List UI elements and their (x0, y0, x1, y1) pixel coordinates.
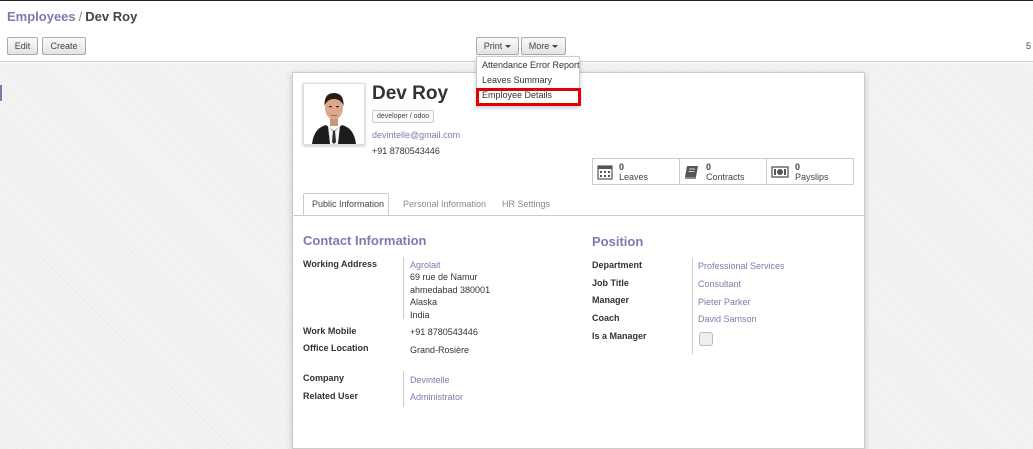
tab-public-information[interactable]: Public Information (303, 193, 389, 215)
print-button[interactable]: Print (476, 37, 519, 55)
field-separator (403, 257, 404, 319)
working-address-line-1: 69 rue de Namur (410, 272, 478, 282)
money-icon (771, 165, 789, 178)
more-button-label: More (528, 41, 550, 51)
create-button[interactable]: Create (42, 37, 86, 55)
working-address-line-2: ahmedabad 380001 (410, 285, 491, 295)
book-icon (685, 165, 698, 179)
job-title-label: Job Title (592, 278, 629, 288)
working-address-line-4: India (410, 310, 430, 320)
company-value[interactable]: Devintelle (410, 374, 450, 387)
is-a-manager-checkbox[interactable] (699, 332, 713, 346)
pager-value[interactable]: 5 (1026, 41, 1031, 51)
coach-label: Coach (592, 313, 620, 323)
person-photo-icon (304, 84, 364, 144)
leaves-stat-text: 0 Leaves (619, 162, 648, 182)
tab-hr-settings[interactable]: HR Settings (494, 193, 558, 215)
employee-avatar[interactable] (303, 83, 365, 145)
breadcrumb: Employees / Dev Roy (7, 9, 137, 24)
contracts-stat-button[interactable]: 0 Contracts (679, 158, 767, 185)
employee-name: Dev Roy (372, 83, 449, 104)
employee-email[interactable]: devintelle@gmail.com (372, 130, 460, 140)
work-mobile-label: Work Mobile (303, 326, 357, 336)
breadcrumb-employees-link[interactable]: Employees (7, 9, 76, 24)
menu-item-employee-details[interactable]: Employee Details (482, 90, 552, 100)
coach-value[interactable]: David Samson (698, 313, 757, 326)
breadcrumb-current: Dev Roy (85, 9, 138, 24)
working-address-company[interactable]: Agrolait (410, 259, 441, 272)
company-label: Company (303, 373, 345, 383)
contracts-stat-text: 0 Contracts (706, 162, 745, 182)
print-button-label: Print (483, 41, 503, 51)
contracts-count: 0 (706, 161, 712, 172)
is-a-manager-label: Is a Manager (592, 331, 647, 341)
payslips-count: 0 (795, 161, 801, 172)
edit-button[interactable]: Edit (7, 37, 38, 55)
payslips-stat-button[interactable]: 0 Payslips (766, 158, 854, 185)
menu-item-leaves-summary[interactable]: Leaves Summary (482, 75, 552, 85)
job-title-value[interactable]: Consultant (698, 278, 741, 291)
employee-form-sheet: Dev Roy developer / odoo devintelle@gmai… (292, 72, 865, 449)
related-user-value[interactable]: Administrator (410, 391, 463, 404)
employee-phone: +91 8780543446 (372, 146, 440, 156)
more-button[interactable]: More (521, 37, 566, 55)
department-label: Department (592, 260, 643, 270)
calendar-icon (597, 164, 613, 180)
control-panel: Employees / Dev Roy Edit Create Print More… (0, 1, 1033, 62)
office-location-label: Office Location (303, 343, 369, 353)
side-indicator (0, 85, 2, 101)
working-address-line-3: Alaska (410, 297, 438, 307)
tabs-divider (293, 215, 864, 216)
working-address-label: Working Address (303, 259, 378, 269)
related-user-label: Related User (303, 391, 359, 401)
chevron-down-icon (552, 44, 559, 48)
field-separator (403, 371, 404, 407)
payslips-stat-text: 0 Payslips (795, 162, 829, 182)
leaves-count: 0 (619, 161, 625, 172)
payslips-label: Payslips (795, 171, 829, 182)
menu-item-attendance-error-report[interactable]: Attendance Error Report (482, 60, 580, 70)
office-location-value: Grand-Rosière (410, 345, 470, 355)
manager-label: Manager (592, 295, 630, 305)
chevron-down-icon (505, 44, 512, 48)
leaves-stat-button[interactable]: 0 Leaves (592, 158, 680, 185)
work-mobile-value: +91 8780543446 (410, 327, 478, 337)
contact-information-title: Contact Information (303, 233, 427, 248)
position-title: Position (592, 234, 644, 249)
contracts-label: Contracts (706, 171, 745, 182)
print-dropdown-menu: Attendance Error Report Leaves Summary E… (476, 56, 580, 106)
manager-value[interactable]: Pieter Parker (698, 296, 751, 309)
field-separator (692, 258, 693, 354)
breadcrumb-separator: / (78, 9, 83, 24)
department-value[interactable]: Professional Services (698, 260, 785, 273)
employee-tag[interactable]: developer / odoo (372, 110, 435, 123)
leaves-label: Leaves (619, 171, 649, 182)
tab-personal-information[interactable]: Personal Information (395, 193, 494, 215)
